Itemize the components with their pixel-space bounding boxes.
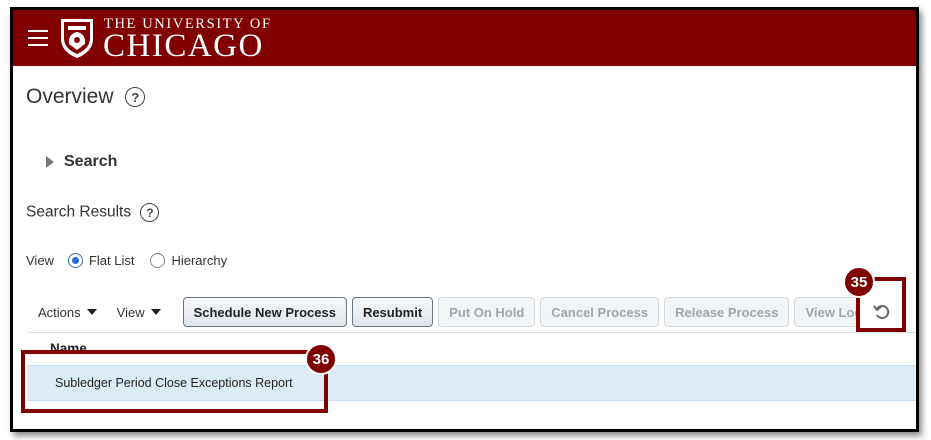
flat-list-radio[interactable]	[67, 253, 83, 268]
help-icon[interactable]: ?	[140, 203, 160, 222]
schedule-new-process-button[interactable]: Schedule New Process	[182, 297, 347, 327]
search-disclosure[interactable]: Search	[46, 153, 117, 171]
chevron-down-icon	[150, 309, 161, 315]
expand-triangle-icon	[46, 156, 54, 168]
put-on-hold-button[interactable]: Put On Hold	[438, 297, 536, 327]
page-title: Overview ?	[26, 85, 146, 109]
actions-menu-label: Actions	[38, 304, 81, 320]
hamburger-icon[interactable]	[28, 30, 48, 46]
view-menu[interactable]: View	[117, 305, 161, 320]
actions-menu[interactable]: Actions	[38, 305, 97, 320]
toolbar: Actions View Schedule New Process Resubm…	[38, 295, 878, 329]
cancel-process-button[interactable]: Cancel Process	[540, 297, 660, 327]
search-results-heading: Search Results ?	[26, 203, 160, 222]
release-process-button[interactable]: Release Process	[664, 297, 790, 327]
view-selector: View Flat List Hierarchy	[26, 253, 227, 268]
resubmit-button[interactable]: Resubmit	[351, 297, 434, 327]
hierarchy-radio[interactable]	[150, 253, 166, 268]
help-icon[interactable]: ?	[125, 87, 146, 108]
callout-badge-36: 36	[305, 343, 337, 375]
refresh-icon[interactable]	[873, 303, 891, 321]
view-menu-label: View	[116, 304, 145, 320]
search-label: Search	[64, 153, 118, 170]
view-label: View	[26, 253, 54, 268]
university-crest-icon	[61, 19, 93, 58]
app-window: THE UNIVERSITY OF CHICAGO Overview ? Sea…	[10, 7, 919, 432]
table-divider	[27, 332, 916, 333]
hierarchy-label[interactable]: Hierarchy	[171, 253, 227, 268]
search-results-label: Search Results	[26, 203, 132, 221]
university-name-main: CHICAGO	[103, 28, 264, 64]
row-callout-box	[21, 350, 328, 413]
page-title-text: Overview	[26, 85, 114, 108]
app-header: THE UNIVERSITY OF CHICAGO	[13, 10, 916, 66]
callout-badge-35: 35	[843, 266, 875, 298]
flat-list-label[interactable]: Flat List	[89, 253, 135, 268]
chevron-down-icon	[86, 309, 97, 315]
